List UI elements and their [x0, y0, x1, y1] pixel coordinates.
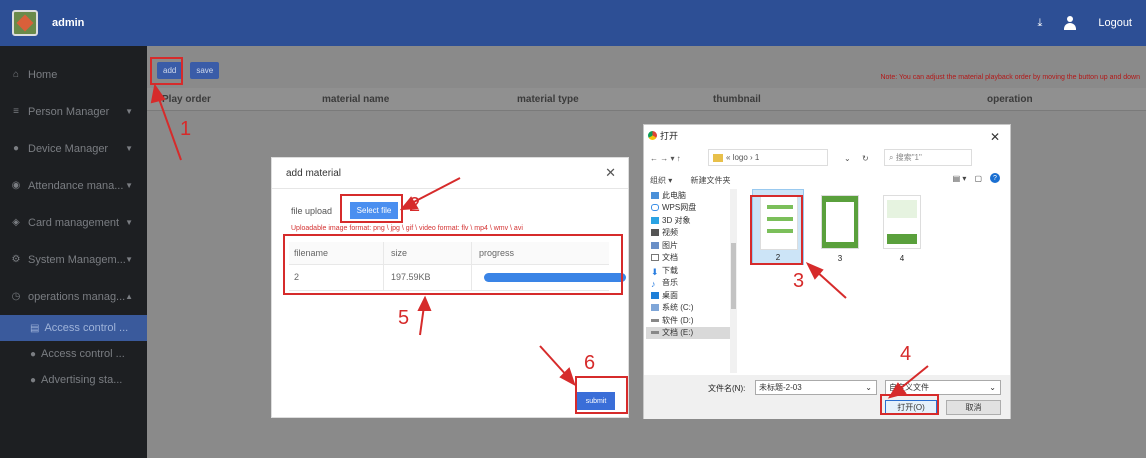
annotation-number: 4: [900, 343, 912, 365]
annotation-number: 5: [398, 307, 410, 329]
annotation-number: 3: [793, 270, 805, 292]
annotation-number: 2: [409, 194, 421, 216]
annotation-arrows: [150, 83, 929, 399]
annotation-number: 6: [584, 352, 596, 374]
annotation-number: 1: [180, 118, 192, 140]
